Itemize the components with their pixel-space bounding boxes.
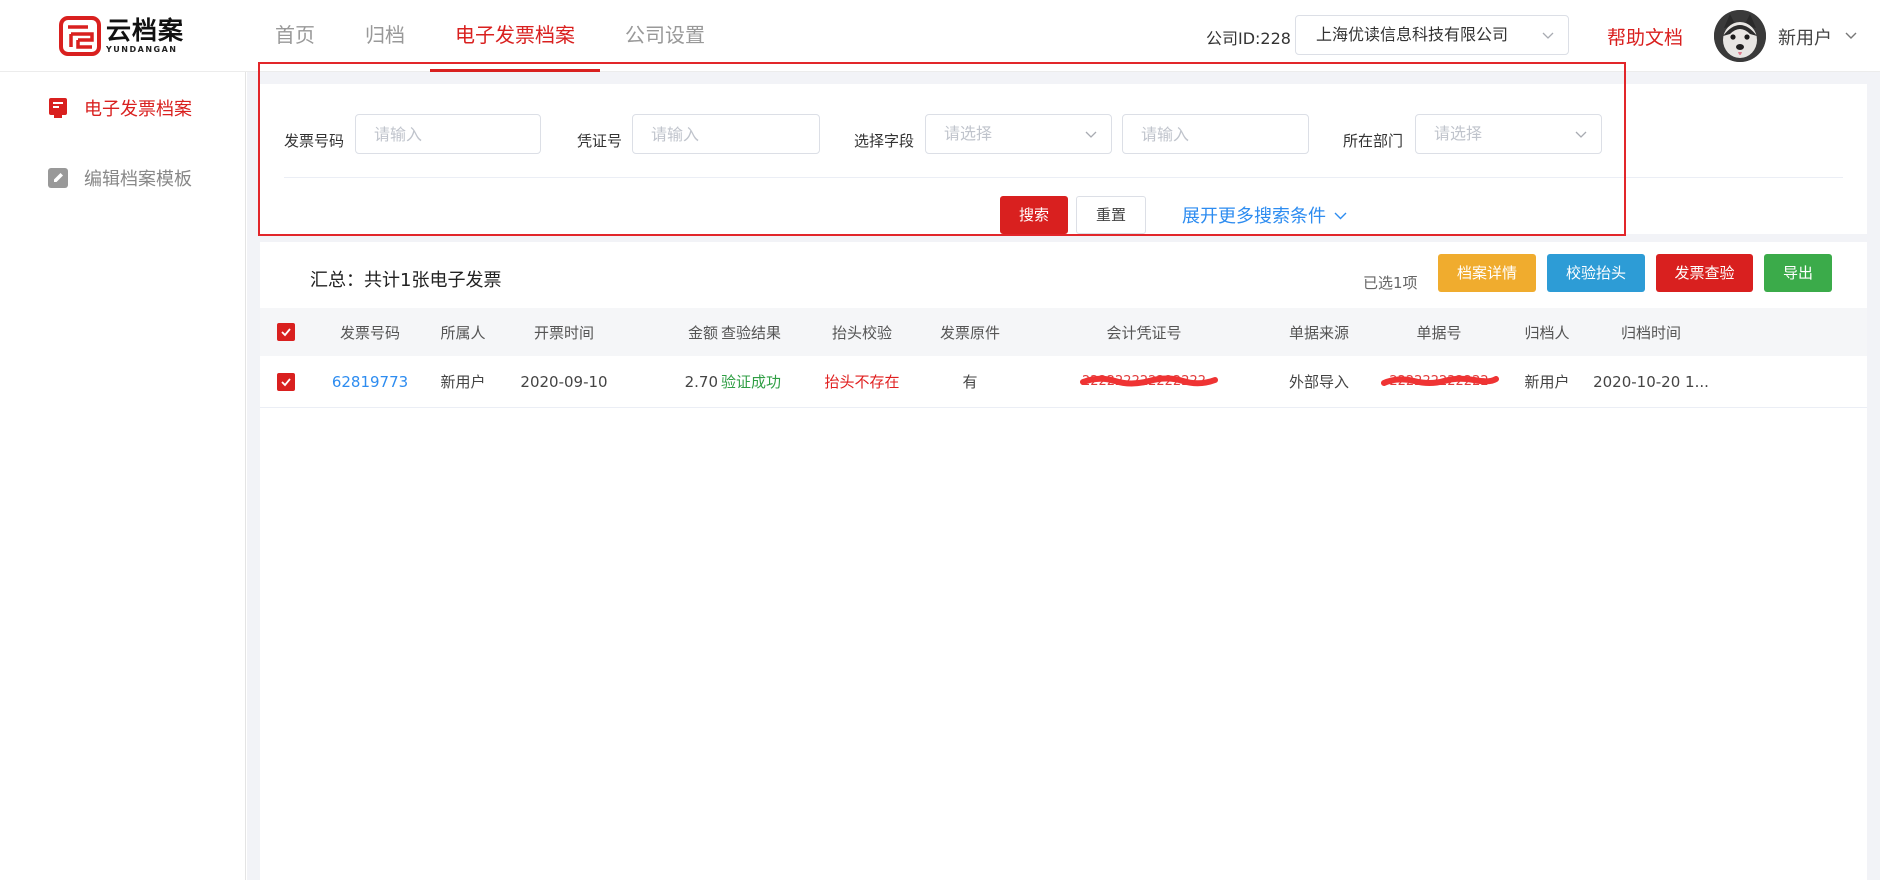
sidebar-item-edit-template[interactable]: 编辑档案模板 [46, 160, 192, 196]
main-nav: 首页 归档 电子发票档案 公司设置 [250, 0, 730, 72]
table-row[interactable]: 62819773 新用户 2020-09-10 2.70 验证成功 抬头不存在 … [260, 356, 1867, 408]
nav-e-invoice-archive[interactable]: 电子发票档案 [430, 0, 600, 72]
redaction-scribble-icon [1080, 375, 1218, 387]
verify-header-button[interactable]: 校验抬头 [1547, 254, 1645, 292]
main-content: 发票号码 凭证号 选择字段 请选择 所在部门 请选择 搜索 重置 展开更多搜索条… [247, 72, 1880, 880]
cell-owner: 新用户 [440, 373, 486, 391]
dept-label: 所在部门 [1343, 132, 1404, 150]
dept-select-placeholder: 请选择 [1434, 124, 1483, 143]
chevron-down-icon [1542, 32, 1554, 39]
reset-button[interactable]: 重置 [1076, 196, 1146, 234]
check-icon [281, 377, 291, 386]
help-docs-link[interactable]: 帮助文档 [1607, 23, 1683, 50]
invoice-icon [49, 98, 67, 118]
company-select[interactable]: 上海优读信息科技有限公司 [1295, 15, 1569, 55]
expand-search-label: 展开更多搜索条件 [1182, 206, 1326, 227]
sidebar: 电子发票档案 编辑档案模板 [0, 72, 246, 880]
chevron-down-icon[interactable] [1844, 28, 1858, 42]
row-checkbox[interactable] [276, 356, 296, 407]
summary-text: 汇总：共计1张电子发票 [310, 270, 502, 291]
nav-archive[interactable]: 归档 [340, 0, 430, 72]
col-check-result[interactable]: 查验结果 [693, 308, 809, 356]
cell-check-result: 验证成功 [720, 373, 781, 391]
app-logo[interactable]: 云档案 YUNDANGAN [58, 14, 188, 58]
nav-company-settings[interactable]: 公司设置 [600, 0, 730, 72]
voucher-label: 凭证号 [577, 132, 623, 150]
invoice-no-input[interactable] [355, 114, 541, 154]
export-button[interactable]: 导出 [1764, 254, 1832, 292]
cell-archiver: 新用户 [1524, 373, 1570, 391]
logo-title: 云档案 [106, 16, 185, 45]
sidebar-item-label: 编辑档案模板 [84, 169, 192, 190]
field-label: 选择字段 [854, 132, 915, 150]
logo-icon [59, 16, 101, 56]
avatar[interactable] [1714, 10, 1766, 62]
chevron-down-icon [1575, 131, 1587, 138]
cell-original: 有 [962, 373, 978, 391]
invoice-check-button[interactable]: 发票查验 [1656, 254, 1753, 292]
search-button[interactable]: 搜索 [1000, 196, 1068, 234]
username[interactable]: 新用户 [1778, 24, 1832, 50]
cell-voucher-no: 222222222222222 [1025, 356, 1263, 407]
col-source[interactable]: 单据来源 [1263, 308, 1375, 356]
col-doc-no[interactable]: 单据号 [1375, 308, 1503, 356]
search-panel: 发票号码 凭证号 选择字段 请选择 所在部门 请选择 搜索 重置 展开更多搜索条… [260, 84, 1867, 234]
sidebar-item-e-invoice-archive[interactable]: 电子发票档案 [46, 90, 192, 126]
archive-detail-button[interactable]: 档案详情 [1438, 254, 1536, 292]
top-header: 云档案 YUNDANGAN 首页 归档 电子发票档案 公司设置 公司ID:228… [0, 0, 1880, 72]
field-select[interactable]: 请选择 [925, 114, 1112, 154]
logo-subtitle: YUNDANGAN [106, 45, 178, 54]
col-archiver[interactable]: 归档人 [1503, 308, 1591, 356]
col-issue-date[interactable]: 开票时间 [501, 308, 627, 356]
redaction-scribble-icon [1381, 375, 1499, 386]
company-id: 公司ID:228 [1206, 29, 1291, 48]
voucher-input[interactable] [632, 114, 820, 154]
cell-issue-date: 2020-09-10 [520, 372, 608, 391]
check-icon [281, 328, 291, 337]
company-select-value: 上海优读信息科技有限公司 [1316, 25, 1509, 44]
field-value-input[interactable] [1122, 114, 1309, 154]
nav-home[interactable]: 首页 [250, 0, 340, 72]
cell-doc-no: 222222222222 [1375, 356, 1503, 407]
sidebar-item-label: 电子发票档案 [84, 99, 192, 120]
cell-archive-time: 2020-10-20 1... [1593, 372, 1709, 391]
cell-source: 外部导入 [1288, 373, 1349, 391]
select-all-checkbox[interactable] [276, 308, 296, 356]
invoice-no-label: 发票号码 [284, 132, 345, 150]
dept-select[interactable]: 请选择 [1415, 114, 1602, 154]
expand-search-link[interactable]: 展开更多搜索条件 [1182, 202, 1347, 228]
selected-count: 已选1项 [1363, 274, 1418, 292]
col-archive-time[interactable]: 归档时间 [1591, 308, 1711, 356]
table-header: 发票号码 所属人 开票时间 金额 查验结果 抬头校验 发票原件 会计凭证号 单据… [260, 308, 1867, 356]
col-voucher-no[interactable]: 会计凭证号 [1025, 308, 1263, 356]
field-select-placeholder: 请选择 [944, 124, 993, 143]
col-head-check[interactable]: 抬头校验 [809, 308, 915, 356]
divider [284, 177, 1843, 178]
edit-icon [48, 168, 68, 188]
invoice-no-link[interactable]: 62819773 [315, 356, 425, 407]
cell-head-check: 抬头不存在 [824, 373, 900, 391]
invoice-table-panel: 汇总：共计1张电子发票 已选1项 档案详情 校验抬头 发票查验 导出 发票号码 … [260, 242, 1867, 880]
dog-avatar-icon [1714, 10, 1766, 62]
col-original[interactable]: 发票原件 [915, 308, 1025, 356]
col-owner[interactable]: 所属人 [425, 308, 501, 356]
chevron-down-icon [1085, 131, 1097, 138]
chevron-down-icon [1334, 212, 1347, 219]
col-invoice-no[interactable]: 发票号码 [315, 308, 425, 356]
